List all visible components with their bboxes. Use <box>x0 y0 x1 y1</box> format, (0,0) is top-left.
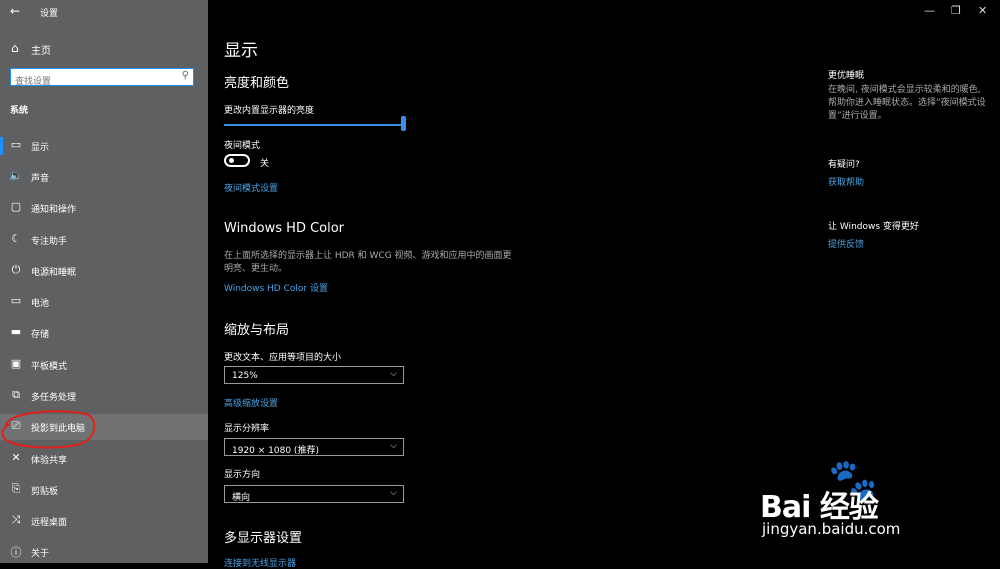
sidebar-item-clipboard[interactable]: ⎘ 剪贴板 <box>0 477 208 503</box>
info-icon: ⓘ <box>10 546 22 559</box>
tablet-icon: ▣ <box>10 357 22 370</box>
orientation-label: 显示方向 <box>224 470 261 480</box>
sidebar-item-label: 专注助手 <box>31 237 68 247</box>
close-icon[interactable]: ✕ <box>978 4 987 17</box>
advanced-scaling-link[interactable]: 高级缩放设置 <box>224 396 278 409</box>
night-light-toggle[interactable] <box>224 154 250 167</box>
moon-icon: ☾ <box>11 232 21 245</box>
scale-dropdown[interactable]: 125% ⌵ <box>224 366 404 384</box>
resolution-label: 显示分辨率 <box>224 424 270 434</box>
feedback-link[interactable]: 提供反馈 <box>828 237 864 250</box>
maximize-icon[interactable]: ❐ <box>951 4 961 17</box>
active-indicator <box>0 137 3 155</box>
power-icon: ⏻ <box>11 263 21 276</box>
sidebar-item-storage[interactable]: ▬ 存储 <box>0 320 208 346</box>
night-light-label: 夜间模式 <box>224 141 261 151</box>
hdr-settings-link[interactable]: Windows HD Color 设置 <box>224 281 328 294</box>
sidebar-item-label: 显示 <box>31 143 50 153</box>
resolution-value: 1920 × 1080 (推荐) <box>232 446 319 456</box>
toggle-knob <box>229 158 234 163</box>
sidebar-item-label: 平板模式 <box>31 362 68 372</box>
clipboard-icon: ⎘ <box>11 482 21 495</box>
sidebar-item-label: 多任务处理 <box>31 393 77 403</box>
sidebar-item-sound[interactable]: 🔈 声音 <box>0 164 208 190</box>
sidebar-item-shared-experiences[interactable]: ✕ 体验共享 <box>0 446 208 472</box>
resolution-dropdown[interactable]: 1920 × 1080 (推荐) ⌵ <box>224 438 404 456</box>
sidebar-item-tablet-mode[interactable]: ▣ 平板模式 <box>0 352 208 378</box>
page-title: 显示 <box>224 41 258 61</box>
brightness-slider-thumb[interactable] <box>401 116 406 131</box>
battery-icon: ▭ <box>10 294 22 307</box>
hdr-heading: Windows HD Color <box>224 221 345 236</box>
sidebar-item-label: 剪贴板 <box>31 487 59 497</box>
brightness-label: 更改内置显示器的亮度 <box>224 106 315 116</box>
sidebar-item-label: 电源和睡眠 <box>31 268 77 278</box>
sidebar-item-project-to-pc[interactable]: ⎚ 投影到此电脑 <box>0 414 208 440</box>
night-light-state: 关 <box>260 159 270 169</box>
night-light-settings-link[interactable]: 夜间模式设置 <box>224 181 278 194</box>
multitask-icon: ⧉ <box>12 388 20 401</box>
sidebar-item-label: 体验共享 <box>31 456 68 466</box>
scale-heading: 缩放与布局 <box>224 323 290 338</box>
get-help-link[interactable]: 获取帮助 <box>828 175 864 188</box>
section-label: 系统 <box>10 106 29 116</box>
sidebar-item-label: 声音 <box>31 174 50 184</box>
orientation-value: 横向 <box>232 493 251 503</box>
titlebar-left: ← 设置 <box>0 0 208 22</box>
project-icon: ⎚ <box>11 419 21 432</box>
speaker-icon: 🔈 <box>9 169 23 182</box>
sidebar: ← 设置 ⌂ 主页 ⚲ 系统 ▭ 显示 🔈 声音 ▢ 通知和操作 ☾ 专注助手 … <box>0 0 208 563</box>
notification-icon: ▢ <box>10 200 22 213</box>
sidebar-item-label: 远程桌面 <box>31 518 68 528</box>
minimize-icon[interactable]: — <box>924 4 935 17</box>
orientation-dropdown[interactable]: 横向 ⌵ <box>224 485 404 503</box>
improve-title: 让 Windows 变得更好 <box>828 222 919 232</box>
sidebar-item-notifications[interactable]: ▢ 通知和操作 <box>0 195 208 221</box>
search-input[interactable] <box>15 75 165 89</box>
sidebar-item-home[interactable]: ⌂ 主页 <box>0 38 208 58</box>
home-label: 主页 <box>31 46 51 57</box>
sidebar-item-label: 电池 <box>31 299 50 309</box>
sleep-description: 在晚间, 夜间模式会显示较柔和的暖色, 帮助你进入睡眠状态。选择“夜间模式设置”… <box>828 85 986 121</box>
brightness-heading: 亮度和颜色 <box>224 76 290 91</box>
app-title: 设置 <box>40 9 59 19</box>
sidebar-item-about[interactable]: ⓘ 关于 <box>0 539 208 565</box>
chevron-down-icon: ⌵ <box>390 441 397 451</box>
storage-icon: ▬ <box>10 325 22 338</box>
scale-label: 更改文本、应用等项目的大小 <box>224 353 342 363</box>
scale-value: 125% <box>232 371 258 381</box>
baidu-watermark: 🐾 Bai 经验 jingyan.baidu.com <box>760 450 980 550</box>
sidebar-item-label: 关于 <box>31 549 50 559</box>
sidebar-item-label: 通知和操作 <box>31 205 77 215</box>
sleep-title: 更优睡眠 <box>828 71 865 81</box>
sidebar-item-label: 投影到此电脑 <box>31 424 86 434</box>
multi-display-heading: 多显示器设置 <box>224 531 303 546</box>
sidebar-item-power[interactable]: ⏻ 电源和睡眠 <box>0 258 208 284</box>
sidebar-item-battery[interactable]: ▭ 电池 <box>0 289 208 315</box>
sidebar-item-multitasking[interactable]: ⧉ 多任务处理 <box>0 383 208 409</box>
question-title: 有疑问? <box>828 160 860 170</box>
sidebar-item-remote-desktop[interactable]: ⤨ 远程桌面 <box>0 508 208 534</box>
sidebar-item-label: 存储 <box>31 330 50 340</box>
sidebar-item-focus-assist[interactable]: ☾ 专注助手 <box>0 227 208 253</box>
brightness-slider-track[interactable] <box>224 124 404 126</box>
remote-desktop-icon: ⤨ <box>11 513 21 526</box>
sidebar-item-display[interactable]: ▭ 显示 <box>0 133 208 159</box>
hdr-description: 在上面所选择的显示器上让 HDR 和 WCG 视频、游戏和应用中的画面更明亮、更… <box>224 251 512 274</box>
monitor-icon: ▭ <box>10 138 22 151</box>
home-icon: ⌂ <box>11 41 19 55</box>
search-box[interactable]: ⚲ <box>10 68 194 89</box>
back-arrow-icon[interactable]: ← <box>10 4 20 18</box>
watermark-url: jingyan.baidu.com <box>762 520 901 538</box>
share-icon: ✕ <box>11 451 21 464</box>
search-icon[interactable]: ⚲ <box>182 70 189 81</box>
chevron-down-icon: ⌵ <box>390 488 397 498</box>
chevron-down-icon: ⌵ <box>390 369 397 379</box>
